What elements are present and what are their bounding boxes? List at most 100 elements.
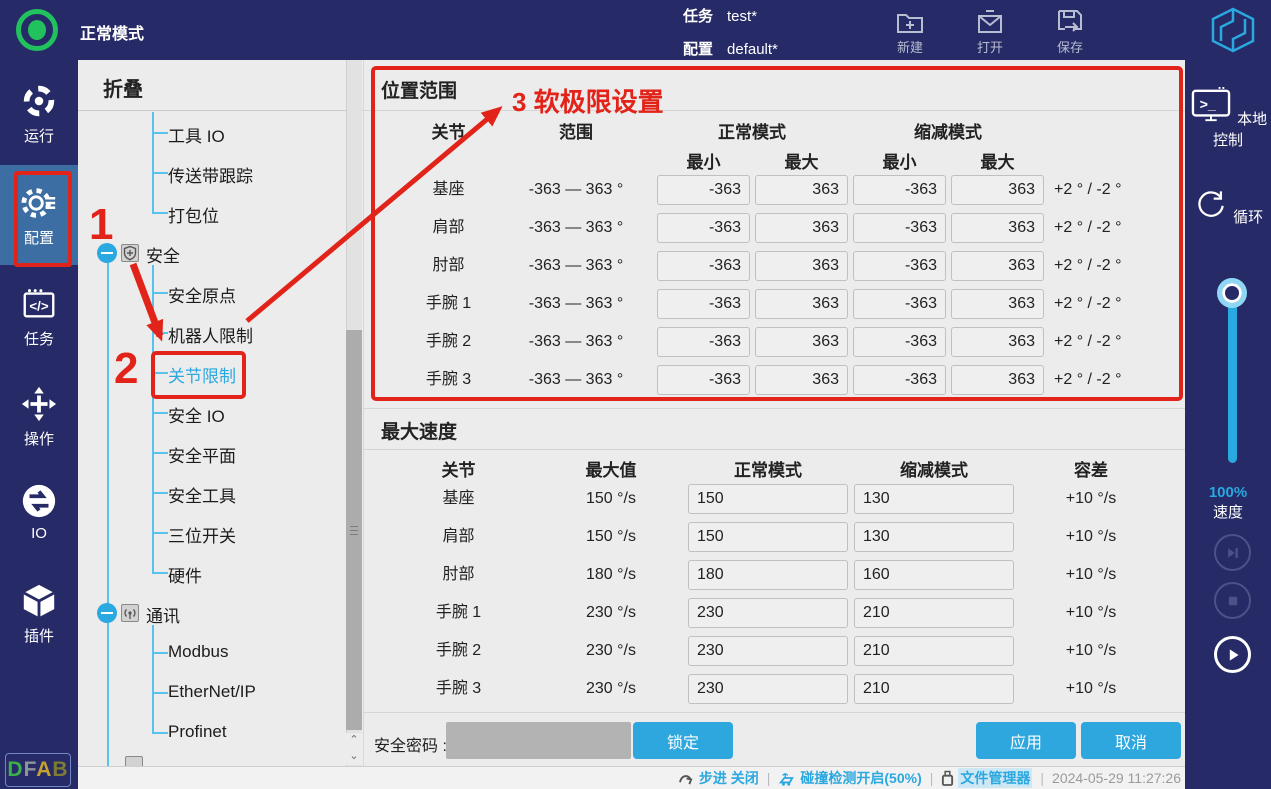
speed-input-reduced[interactable] <box>854 484 1014 514</box>
position-input-rmin[interactable] <box>853 251 946 281</box>
speed-input-reduced[interactable] <box>854 522 1014 552</box>
tree-item-14: Modbus <box>78 633 340 673</box>
save-button[interactable]: 保存 <box>1040 4 1100 58</box>
speed-input-normal[interactable] <box>688 674 848 704</box>
position-input-nmax[interactable] <box>755 213 848 243</box>
speed-input-reduced[interactable] <box>854 560 1014 590</box>
joint-tolerance: +2 ° / -2 ° <box>1054 171 1179 209</box>
divider <box>364 449 1186 450</box>
sidebar-item-operate[interactable]: 操作 <box>0 385 78 449</box>
joint-name: 手腕 1 <box>401 285 496 323</box>
position-input-nmin[interactable] <box>657 327 750 357</box>
position-input-nmax[interactable] <box>755 365 848 395</box>
tree-item-15: EtherNet/IP <box>78 673 340 713</box>
tree-item-label[interactable]: 传送带跟踪 <box>168 162 253 187</box>
tree-item-label[interactable]: 工具 IO <box>168 122 225 147</box>
scroll-down-button[interactable]: ⌄ <box>346 749 362 765</box>
position-input-rmin[interactable] <box>853 175 946 205</box>
speed-input-normal[interactable] <box>688 484 848 514</box>
sidebar-item-run[interactable]: 运行 <box>0 82 78 146</box>
position-input-nmin[interactable] <box>657 289 750 319</box>
task-code-icon: </> <box>20 285 58 323</box>
step-forward-button[interactable] <box>1214 534 1251 571</box>
position-input-rmax[interactable] <box>951 327 1044 357</box>
position-input-rmax[interactable] <box>951 289 1044 319</box>
speed-input-normal[interactable] <box>688 522 848 552</box>
tree-item-label[interactable]: Modbus <box>168 642 228 662</box>
tree-item-label[interactable]: Profinet <box>168 722 227 742</box>
position-input-rmin[interactable] <box>853 213 946 243</box>
tree-item-label[interactable]: 机器人限制 <box>168 322 253 347</box>
position-input-nmax[interactable] <box>755 251 848 281</box>
tree-item-label[interactable]: 关节限制 <box>168 362 236 387</box>
position-input-nmax[interactable] <box>755 175 848 205</box>
password-input[interactable] <box>446 722 631 759</box>
position-input-rmax[interactable] <box>951 365 1044 395</box>
speed-tolerance: +10 °/s <box>1041 594 1141 632</box>
position-input-rmax[interactable] <box>951 251 1044 281</box>
position-input-nmin[interactable] <box>657 213 750 243</box>
tree-partial-item-icon <box>125 756 143 766</box>
sidebar-item-io[interactable]: IO <box>0 482 78 542</box>
file-manager-button[interactable]: 文件管理器 <box>941 768 1032 788</box>
svg-text:>_: >_ <box>1200 97 1217 113</box>
step-status[interactable]: 步进 关闭 <box>678 768 759 788</box>
play-button[interactable] <box>1214 636 1251 673</box>
local-control-button[interactable]: >_ 本地控制 <box>1185 86 1271 150</box>
sidebar-item-label: IO <box>0 525 78 542</box>
position-input-rmax[interactable] <box>951 175 1044 205</box>
tree-item-label[interactable]: 安全 IO <box>168 402 225 427</box>
speed-input-reduced[interactable] <box>854 674 1014 704</box>
collapse-toggle-icon[interactable] <box>97 243 117 263</box>
stop-icon <box>1226 594 1240 608</box>
new-button[interactable]: 新建 <box>880 4 940 58</box>
tree-item-label[interactable]: 通讯 <box>146 602 180 627</box>
tree-item-label[interactable]: 打包位 <box>168 202 219 227</box>
speed-input-normal[interactable] <box>688 636 848 666</box>
tree-item-label[interactable]: EtherNet/IP <box>168 682 256 702</box>
divider <box>364 408 1186 409</box>
col-header-joint: 关节 <box>401 118 496 143</box>
speed-input-reduced[interactable] <box>854 598 1014 628</box>
stop-button[interactable] <box>1214 582 1251 619</box>
position-input-nmin[interactable] <box>657 251 750 281</box>
lock-button[interactable]: 锁定 <box>633 722 733 759</box>
position-input-rmin[interactable] <box>853 365 946 395</box>
sidebar-item-task[interactable]: </> 任务 <box>0 285 78 349</box>
position-input-rmin[interactable] <box>853 289 946 319</box>
cancel-button[interactable]: 取消 <box>1081 722 1181 759</box>
speed-input-reduced[interactable] <box>854 636 1014 666</box>
scroll-up-button[interactable]: ⌃ <box>346 733 362 749</box>
tree-connector-tick <box>152 412 168 414</box>
speed-slider-knob[interactable] <box>1217 278 1247 308</box>
sidebar-item-plugin[interactable]: 插件 <box>0 582 78 646</box>
tree-item-label[interactable]: 安全原点 <box>168 282 236 307</box>
position-input-rmin[interactable] <box>853 327 946 357</box>
tree-item-label[interactable]: 安全 <box>146 242 180 267</box>
tree-collapse-header[interactable]: 折叠 <box>103 73 143 102</box>
tree-item-label[interactable]: 硬件 <box>168 562 202 587</box>
position-input-nmin[interactable] <box>657 175 750 205</box>
speed-input-normal[interactable] <box>688 598 848 628</box>
joint-name: 肩部 <box>401 209 496 247</box>
sidebar-item-config[interactable]: 配置 <box>0 184 78 248</box>
apply-button[interactable]: 应用 <box>976 722 1076 759</box>
col-subheader-min: 最小 <box>657 148 750 173</box>
tree-item-label[interactable]: 安全工具 <box>168 482 236 507</box>
speed-input-normal[interactable] <box>688 560 848 590</box>
open-button-label: 打开 <box>977 37 1003 56</box>
position-input-nmax[interactable] <box>755 289 848 319</box>
position-input-nmin[interactable] <box>657 365 750 395</box>
position-input-nmax[interactable] <box>755 327 848 357</box>
tree-item-label[interactable]: 安全平面 <box>168 442 236 467</box>
collision-status[interactable]: 碰撞检测开启(50%) <box>778 768 921 788</box>
step-mode-icon <box>678 771 695 786</box>
password-label: 安全密码 : <box>374 732 447 756</box>
cycle-button[interactable]: 循环 <box>1185 186 1271 227</box>
gear-icon <box>20 184 58 222</box>
tree-item-label[interactable]: 三位开关 <box>168 522 236 547</box>
open-button[interactable]: 打开 <box>960 4 1020 58</box>
speed-slider-track[interactable] <box>1228 293 1237 463</box>
position-input-rmax[interactable] <box>951 213 1044 243</box>
collapse-toggle-icon[interactable] <box>97 603 117 623</box>
